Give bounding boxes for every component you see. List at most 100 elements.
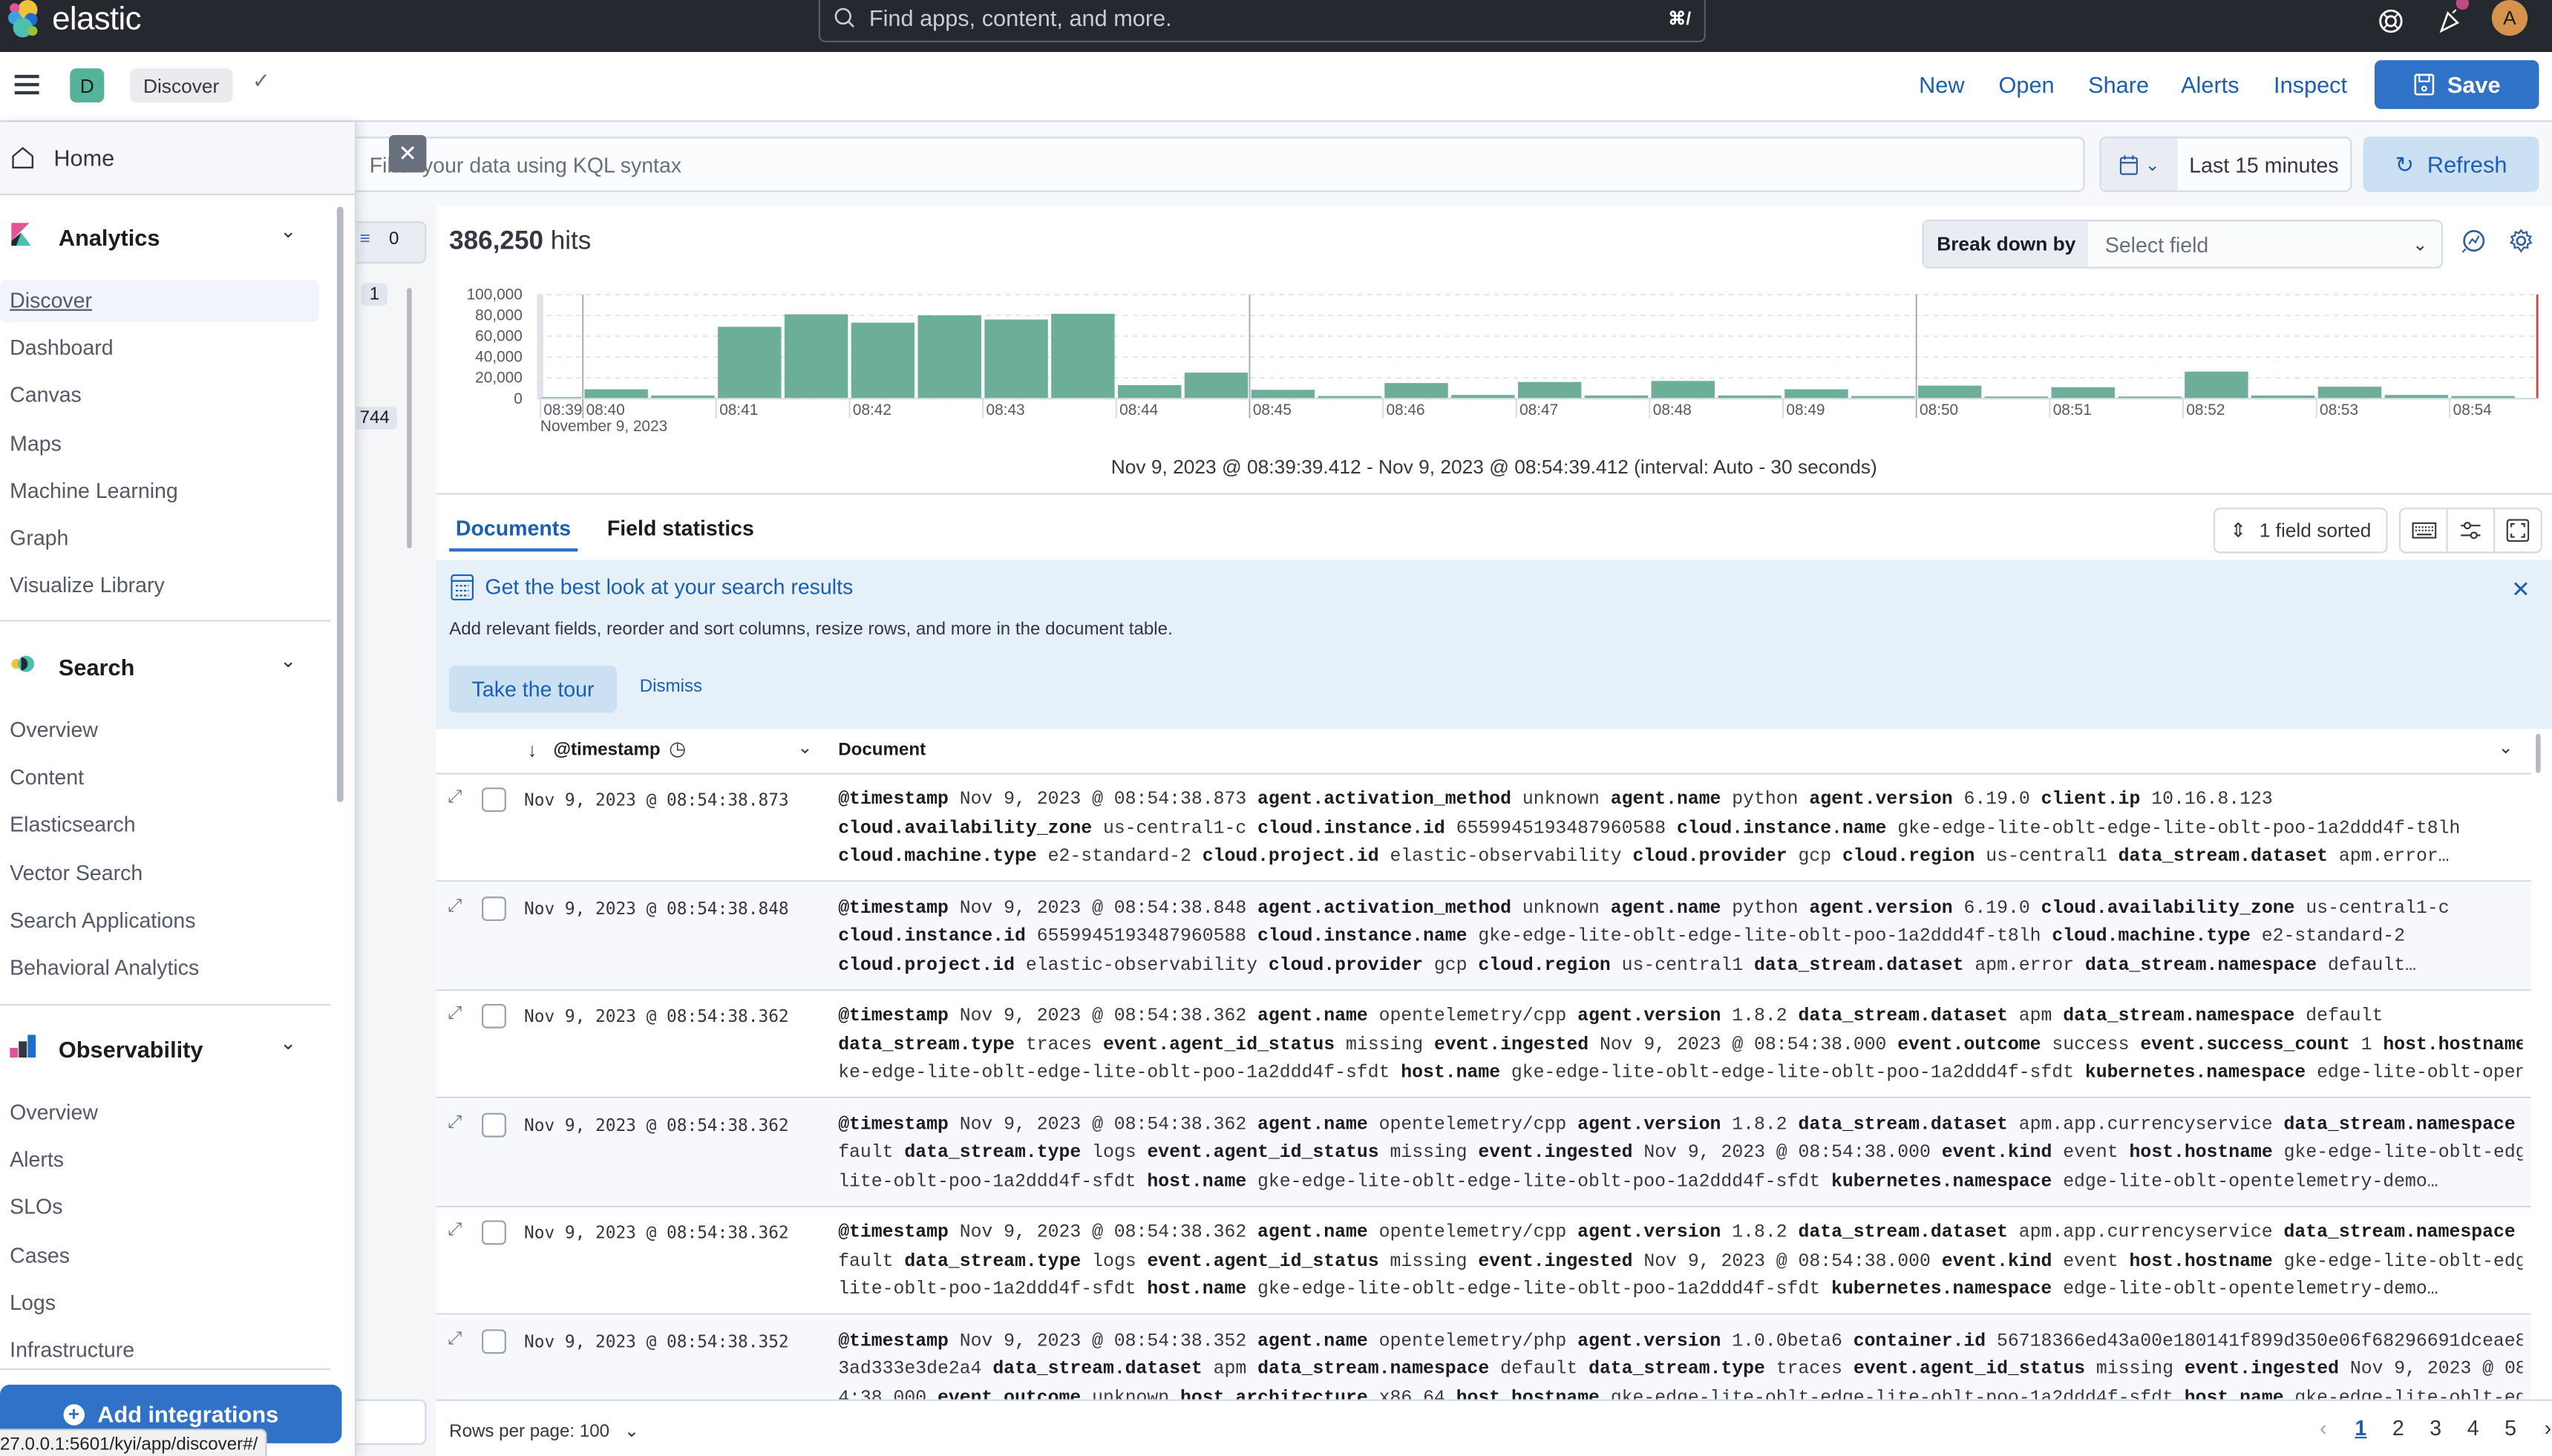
- field-value: python: [1732, 899, 1799, 919]
- table-row[interactable]: ⤢ Nov 9, 2023 @ 08:54:38.873 @timestamp No…: [436, 775, 2531, 882]
- field-name: @timestamp: [838, 790, 949, 810]
- nav-item-content[interactable]: Content: [10, 765, 84, 790]
- chevron-down-icon[interactable]: ⌄: [280, 649, 296, 672]
- nav-item-search-applications[interactable]: Search Applications: [10, 908, 195, 932]
- nav-group-header[interactable]: Analytics: [10, 221, 160, 254]
- row-checkbox[interactable]: [482, 1112, 506, 1137]
- column-header-timestamp[interactable]: @timestamp: [553, 741, 660, 760]
- breadcrumb-discover[interactable]: Discover: [130, 68, 232, 103]
- table-row[interactable]: ⤢ Nov 9, 2023 @ 08:54:38.362 @timestamp No…: [436, 1099, 2531, 1207]
- nav-item-elasticsearch[interactable]: Elasticsearch: [10, 813, 136, 837]
- save-button[interactable]: Save: [2375, 60, 2539, 109]
- chevron-down-icon[interactable]: ⌄: [280, 1032, 296, 1055]
- global-search-input[interactable]: Find apps, content, and more. ⌘/: [818, 0, 1706, 43]
- fullscreen-button[interactable]: [2495, 509, 2540, 551]
- nav-item-infrastructure[interactable]: Infrastructure: [10, 1337, 134, 1362]
- tab-field-statistics[interactable]: Field statistics: [607, 516, 754, 540]
- row-checkbox[interactable]: [482, 1220, 506, 1245]
- grid-toolbar: [2398, 508, 2542, 554]
- row-checkbox[interactable]: [482, 787, 506, 813]
- row-checkbox[interactable]: [482, 1328, 506, 1354]
- previous-page-button[interactable]: ‹: [2305, 1416, 2342, 1440]
- page-1-button[interactable]: 1: [2342, 1416, 2379, 1440]
- table-row[interactable]: ⤢ Nov 9, 2023 @ 08:54:38.362 @timestamp No…: [436, 1207, 2531, 1315]
- nav-item-discover[interactable]: Discover: [0, 280, 319, 323]
- page-4-button[interactable]: 4: [2454, 1416, 2491, 1440]
- rows-per-page-select[interactable]: Rows per page: 100 ⌄: [449, 1420, 639, 1441]
- nav-item-visualize-library[interactable]: Visualize Library: [10, 573, 165, 597]
- field-name: cloud.machine.type: [838, 847, 1037, 868]
- take-tour-button[interactable]: Take the tour: [449, 665, 617, 713]
- page-2-button[interactable]: 2: [2380, 1416, 2417, 1440]
- menu-toggle-button[interactable]: [14, 74, 39, 95]
- nav-item-behavioral-analytics[interactable]: Behavioral Analytics: [10, 955, 199, 980]
- side-navigation: Home Analytics ⌄ Discover Dashboard Canvas Ma…: [0, 122, 357, 1456]
- table-row[interactable]: ⤢ Nov 9, 2023 @ 08:54:38.362 @timestamp No…: [436, 991, 2531, 1099]
- field-value: Nov 9, 2023 @ 08:54:38.352: [959, 1331, 1247, 1351]
- nav-group-header[interactable]: Search: [10, 651, 134, 683]
- row-checkbox[interactable]: [482, 1003, 506, 1029]
- share-button[interactable]: Share: [2088, 71, 2149, 97]
- column-actions-chevron-icon[interactable]: ⌄: [2499, 737, 2513, 758]
- breakdown-select[interactable]: Break down by Select field ⌄: [1922, 220, 2444, 269]
- tab-documents[interactable]: Documents: [456, 516, 571, 540]
- display-settings-button[interactable]: [2448, 509, 2496, 552]
- nav-item-overview[interactable]: Overview: [10, 718, 98, 742]
- alerts-button[interactable]: Alerts: [2181, 71, 2239, 97]
- page-5-button[interactable]: 5: [2492, 1416, 2529, 1440]
- nav-item-machine-learning[interactable]: Machine Learning: [10, 478, 178, 502]
- nav-item-slos[interactable]: SLOs: [10, 1195, 62, 1219]
- nav-scrollbar[interactable]: [336, 206, 344, 802]
- time-range-value[interactable]: Last 15 minutes: [2178, 138, 2350, 190]
- chart-settings-button[interactable]: [2508, 228, 2534, 262]
- column-header-document[interactable]: Document: [838, 741, 926, 760]
- help-button[interactable]: [2373, 3, 2409, 39]
- field-value: Nov 9, 2023 @ 08:5: [2349, 1360, 2523, 1380]
- expand-row-icon[interactable]: ⤢: [448, 1112, 462, 1134]
- nav-item-canvas[interactable]: Canvas: [10, 383, 82, 407]
- next-page-button[interactable]: ›: [2529, 1416, 2552, 1440]
- chevron-down-icon[interactable]: ⌄: [280, 220, 296, 243]
- expand-row-icon[interactable]: ⤢: [448, 1004, 462, 1026]
- space-avatar[interactable]: D: [70, 68, 105, 103]
- nav-item-alerts[interactable]: Alerts: [10, 1147, 64, 1172]
- inspect-button[interactable]: Inspect: [2274, 71, 2347, 97]
- callout-title: Get the best look at your search results: [485, 574, 854, 599]
- close-icon[interactable]: ✕: [2511, 576, 2530, 603]
- page-3-button[interactable]: 3: [2417, 1416, 2454, 1440]
- expand-row-icon[interactable]: ⤢: [448, 787, 462, 809]
- field-list-scrollbar[interactable]: [407, 288, 412, 548]
- expand-row-icon[interactable]: ⤢: [448, 1220, 462, 1242]
- close-icon[interactable]: ✕: [389, 134, 427, 173]
- date-picker[interactable]: ⌄ Last 15 minutes: [2099, 137, 2352, 192]
- nav-item-vector-search[interactable]: Vector Search: [10, 860, 143, 885]
- nav-item-cases[interactable]: Cases: [10, 1242, 70, 1267]
- nav-item-overview[interactable]: Overview: [10, 1100, 98, 1124]
- new-button[interactable]: New: [1919, 71, 1964, 97]
- user-avatar[interactable]: A: [2491, 0, 2528, 36]
- nav-item-maps[interactable]: Maps: [10, 430, 62, 455]
- dismiss-button[interactable]: Dismiss: [640, 677, 702, 696]
- field-value: apm: [1213, 1360, 1247, 1380]
- field-name: container.id: [1853, 1331, 1986, 1351]
- histogram-chart[interactable]: 100,00080,00060,00040,00020,000008:39 08:…: [436, 272, 2552, 450]
- sort-fields-button[interactable]: ⇕ 1 field sorted: [2213, 508, 2388, 554]
- chart-options-button[interactable]: [2461, 228, 2487, 262]
- column-actions-chevron-icon[interactable]: ⌄: [797, 737, 812, 758]
- keyboard-shortcuts-button[interactable]: [2401, 509, 2448, 552]
- expand-row-icon[interactable]: ⤢: [448, 896, 462, 917]
- elastic-logo[interactable]: elastic: [7, 0, 142, 39]
- quick-menu-button[interactable]: ⌄: [2101, 138, 2178, 191]
- nav-item-graph[interactable]: Graph: [10, 525, 68, 550]
- refresh-button[interactable]: ↻ Refresh: [2363, 137, 2539, 192]
- grid-scrollbar[interactable]: [2536, 733, 2541, 773]
- nav-item-logs[interactable]: Logs: [10, 1290, 56, 1314]
- table-row[interactable]: ⤢ Nov 9, 2023 @ 08:54:38.848 @timestamp No…: [436, 882, 2531, 991]
- nav-group-header[interactable]: Observability: [10, 1033, 203, 1066]
- open-button[interactable]: Open: [1999, 71, 2055, 97]
- expand-row-icon[interactable]: ⤢: [448, 1328, 462, 1350]
- nav-item-dashboard[interactable]: Dashboard: [10, 335, 113, 360]
- row-checkbox[interactable]: [482, 896, 506, 920]
- kql-query-input[interactable]: Filter your data using KQL syntax: [354, 137, 2085, 192]
- nav-home[interactable]: Home: [0, 122, 355, 196]
